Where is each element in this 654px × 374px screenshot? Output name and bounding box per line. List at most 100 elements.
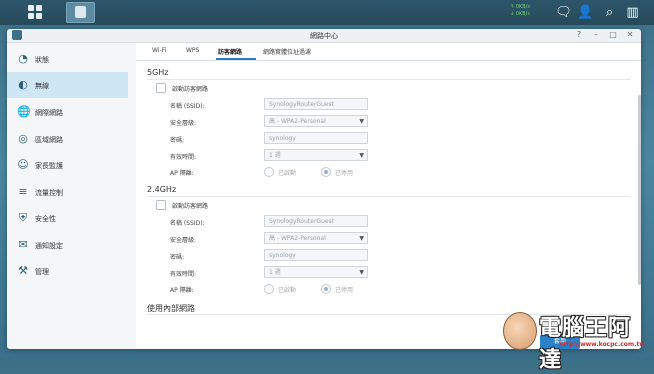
tab-wifi[interactable]: Wi-Fi bbox=[152, 47, 166, 54]
status-icon: ◔ bbox=[18, 52, 28, 65]
tab-mac-filter[interactable]: 網路實體位址過濾 bbox=[263, 47, 311, 56]
section-internal-network-heading: 使用內部網路 bbox=[147, 304, 195, 313]
divider bbox=[147, 196, 631, 197]
sidebar-item-lan[interactable]: ◎ 區域網路 bbox=[7, 126, 128, 152]
sidebar-item-label: 狀態 bbox=[35, 56, 49, 64]
password-24ghz-input[interactable]: synology bbox=[264, 249, 368, 261]
tab-guest-network[interactable]: 訪客網路 bbox=[218, 47, 242, 56]
period-5ghz-value: 1 週 bbox=[269, 152, 281, 159]
password-label: 密碼: bbox=[170, 254, 185, 261]
enable-guest-24ghz-checkbox[interactable] bbox=[156, 200, 166, 210]
sidebar-item-internet[interactable]: 🌐 網際網路 bbox=[7, 99, 128, 125]
ap-isolation-label: AP 隔離: bbox=[170, 287, 194, 294]
network-speed-indicator: ↑ 0KB/s ↓ 0KB/s bbox=[510, 4, 530, 18]
ssid-label: 名稱 (SSID): bbox=[170, 220, 205, 227]
sidebar-item-label: 安全性 bbox=[35, 215, 56, 223]
notification-icon: ✉ bbox=[18, 238, 28, 251]
internet-icon: 🌐 bbox=[17, 105, 31, 118]
parental-icon: ☺ bbox=[17, 158, 29, 171]
ap-isolation-5ghz-off-radio[interactable] bbox=[321, 167, 331, 177]
security-5ghz-select[interactable]: 高 - WPA2-Personal ▼ bbox=[264, 115, 368, 127]
watermark-url: http://www.kocpc.com.tw bbox=[559, 341, 645, 348]
ap-off-label: 已停用 bbox=[335, 170, 354, 177]
chevron-down-icon: ▼ bbox=[359, 235, 364, 242]
ap-isolation-24ghz-off-radio[interactable] bbox=[321, 284, 331, 294]
minimize-button[interactable]: – bbox=[591, 30, 601, 39]
ssid-24ghz-input[interactable]: SynologyRouterGuest bbox=[264, 215, 368, 227]
wifi-icon: ◐ bbox=[18, 78, 28, 91]
chat-icon[interactable]: 🗨 bbox=[555, 4, 572, 21]
lan-icon: ◎ bbox=[18, 132, 28, 145]
sidebar-item-wireless[interactable]: ◐ 無線 bbox=[7, 72, 128, 98]
ap-on-label: 已啟動 bbox=[278, 287, 297, 294]
ap-isolation-5ghz-on-radio[interactable] bbox=[264, 167, 274, 177]
tools-icon: ⚒ bbox=[18, 264, 28, 277]
ap-isolation-24ghz-on-radio[interactable] bbox=[264, 284, 274, 294]
ap-isolation-label: AP 隔離: bbox=[170, 170, 194, 177]
enable-guest-5ghz-label: 啟動訪客網路 bbox=[172, 86, 209, 93]
sidebar-item-status[interactable]: ◔ 狀態 bbox=[7, 46, 128, 72]
period-label: 有效時間: bbox=[170, 271, 197, 278]
section-24ghz-heading: 2.4GHz bbox=[147, 185, 177, 194]
sidebar-item-label: 管理 bbox=[35, 268, 49, 276]
window-titlebar[interactable]: 網路中心 ? – □ ✕ bbox=[7, 29, 641, 43]
sidebar-item-label: 網際網路 bbox=[35, 109, 63, 117]
widgets-icon[interactable]: ▥ bbox=[624, 4, 641, 21]
period-24ghz-select[interactable]: 1 週 ▼ bbox=[264, 266, 368, 278]
network-center-taskbar-button[interactable] bbox=[66, 2, 95, 23]
active-tab-indicator bbox=[216, 58, 256, 60]
security-24ghz-select[interactable]: 高 - WPA2-Personal ▼ bbox=[264, 232, 368, 244]
period-label: 有效時間: bbox=[170, 154, 197, 161]
chevron-down-icon: ▼ bbox=[359, 118, 364, 125]
sidebar-item-security[interactable]: ⛨ 安全性 bbox=[7, 205, 128, 231]
sidebar-item-label: 流量控制 bbox=[35, 189, 63, 197]
ssid-label: 名稱 (SSID): bbox=[170, 103, 205, 110]
ap-off-label: 已停用 bbox=[335, 287, 354, 294]
maximize-button[interactable]: □ bbox=[608, 30, 618, 39]
sidebar-item-notification[interactable]: ✉ 通知設定 bbox=[7, 232, 128, 258]
download-speed: ↓ 0KB/s bbox=[510, 11, 530, 17]
security-icon: ⛨ bbox=[18, 211, 28, 224]
divider bbox=[147, 79, 631, 80]
enable-guest-24ghz-label: 啟動訪客網路 bbox=[172, 203, 209, 210]
sidebar-item-label: 區域網路 bbox=[35, 136, 63, 144]
sidebar-item-admin[interactable]: ⚒ 管理 bbox=[7, 258, 128, 284]
content-panel: Wi-Fi WPS 訪客網路 網路實體位址過濾 5GHz 啟動訪客網路 名稱 (… bbox=[136, 43, 641, 349]
search-icon[interactable]: ⌕ bbox=[601, 4, 618, 21]
tab-bar: Wi-Fi WPS 訪客網路 網路實體位址過濾 bbox=[136, 43, 641, 61]
traffic-icon: ≡ bbox=[18, 185, 28, 198]
taskbar: ↑ 0KB/s ↓ 0KB/s 🗨 👤 ⌕ ▥ bbox=[0, 0, 654, 25]
upload-speed: ↑ 0KB/s bbox=[510, 4, 530, 10]
watermark-logo: 電腦王阿達 http://www.kocpc.com.tw bbox=[503, 308, 648, 373]
chevron-down-icon: ▼ bbox=[359, 152, 364, 159]
ap-on-label: 已啟動 bbox=[278, 170, 297, 177]
sidebar-item-label: 通知設定 bbox=[35, 242, 63, 250]
security-label: 安全層級: bbox=[170, 237, 197, 244]
user-icon[interactable]: 👤 bbox=[577, 4, 594, 21]
section-5ghz-heading: 5GHz bbox=[147, 68, 169, 77]
ssid-5ghz-input[interactable]: SynologyRouterGuest bbox=[264, 98, 368, 110]
security-5ghz-value: 高 - WPA2-Personal bbox=[269, 118, 326, 125]
help-button[interactable]: ? bbox=[574, 30, 584, 39]
sidebar-item-traffic[interactable]: ≡ 流量控制 bbox=[7, 179, 128, 205]
router-icon bbox=[75, 6, 86, 18]
sidebar-item-label: 無線 bbox=[35, 82, 49, 90]
scrollbar[interactable] bbox=[638, 95, 641, 285]
password-label: 密碼: bbox=[170, 137, 185, 144]
sidebar-item-parental[interactable]: ☺ 家長監護 bbox=[7, 152, 128, 178]
security-label: 安全層級: bbox=[170, 120, 197, 127]
security-24ghz-value: 高 - WPA2-Personal bbox=[269, 235, 326, 242]
chevron-down-icon: ▼ bbox=[359, 269, 364, 276]
window-title: 網路中心 bbox=[310, 32, 338, 40]
close-button[interactable]: ✕ bbox=[625, 30, 635, 39]
period-5ghz-select[interactable]: 1 週 ▼ bbox=[264, 149, 368, 161]
sidebar: ◔ 狀態 ◐ 無線 🌐 網際網路 ◎ 區域網路 ☺ 家長監護 ≡ 流量控制 ⛨ … bbox=[7, 43, 128, 349]
sidebar-item-label: 家長監護 bbox=[35, 162, 63, 170]
tab-wps[interactable]: WPS bbox=[186, 47, 199, 54]
main-menu-icon[interactable] bbox=[28, 5, 43, 20]
mascot-face-icon bbox=[503, 312, 537, 350]
enable-guest-5ghz-checkbox[interactable] bbox=[156, 83, 166, 93]
password-5ghz-input[interactable]: synology bbox=[264, 132, 368, 144]
network-center-window: 網路中心 ? – □ ✕ ◔ 狀態 ◐ 無線 🌐 網際網路 ◎ 區域網路 ☺ 家… bbox=[7, 29, 641, 349]
period-24ghz-value: 1 週 bbox=[269, 269, 281, 276]
